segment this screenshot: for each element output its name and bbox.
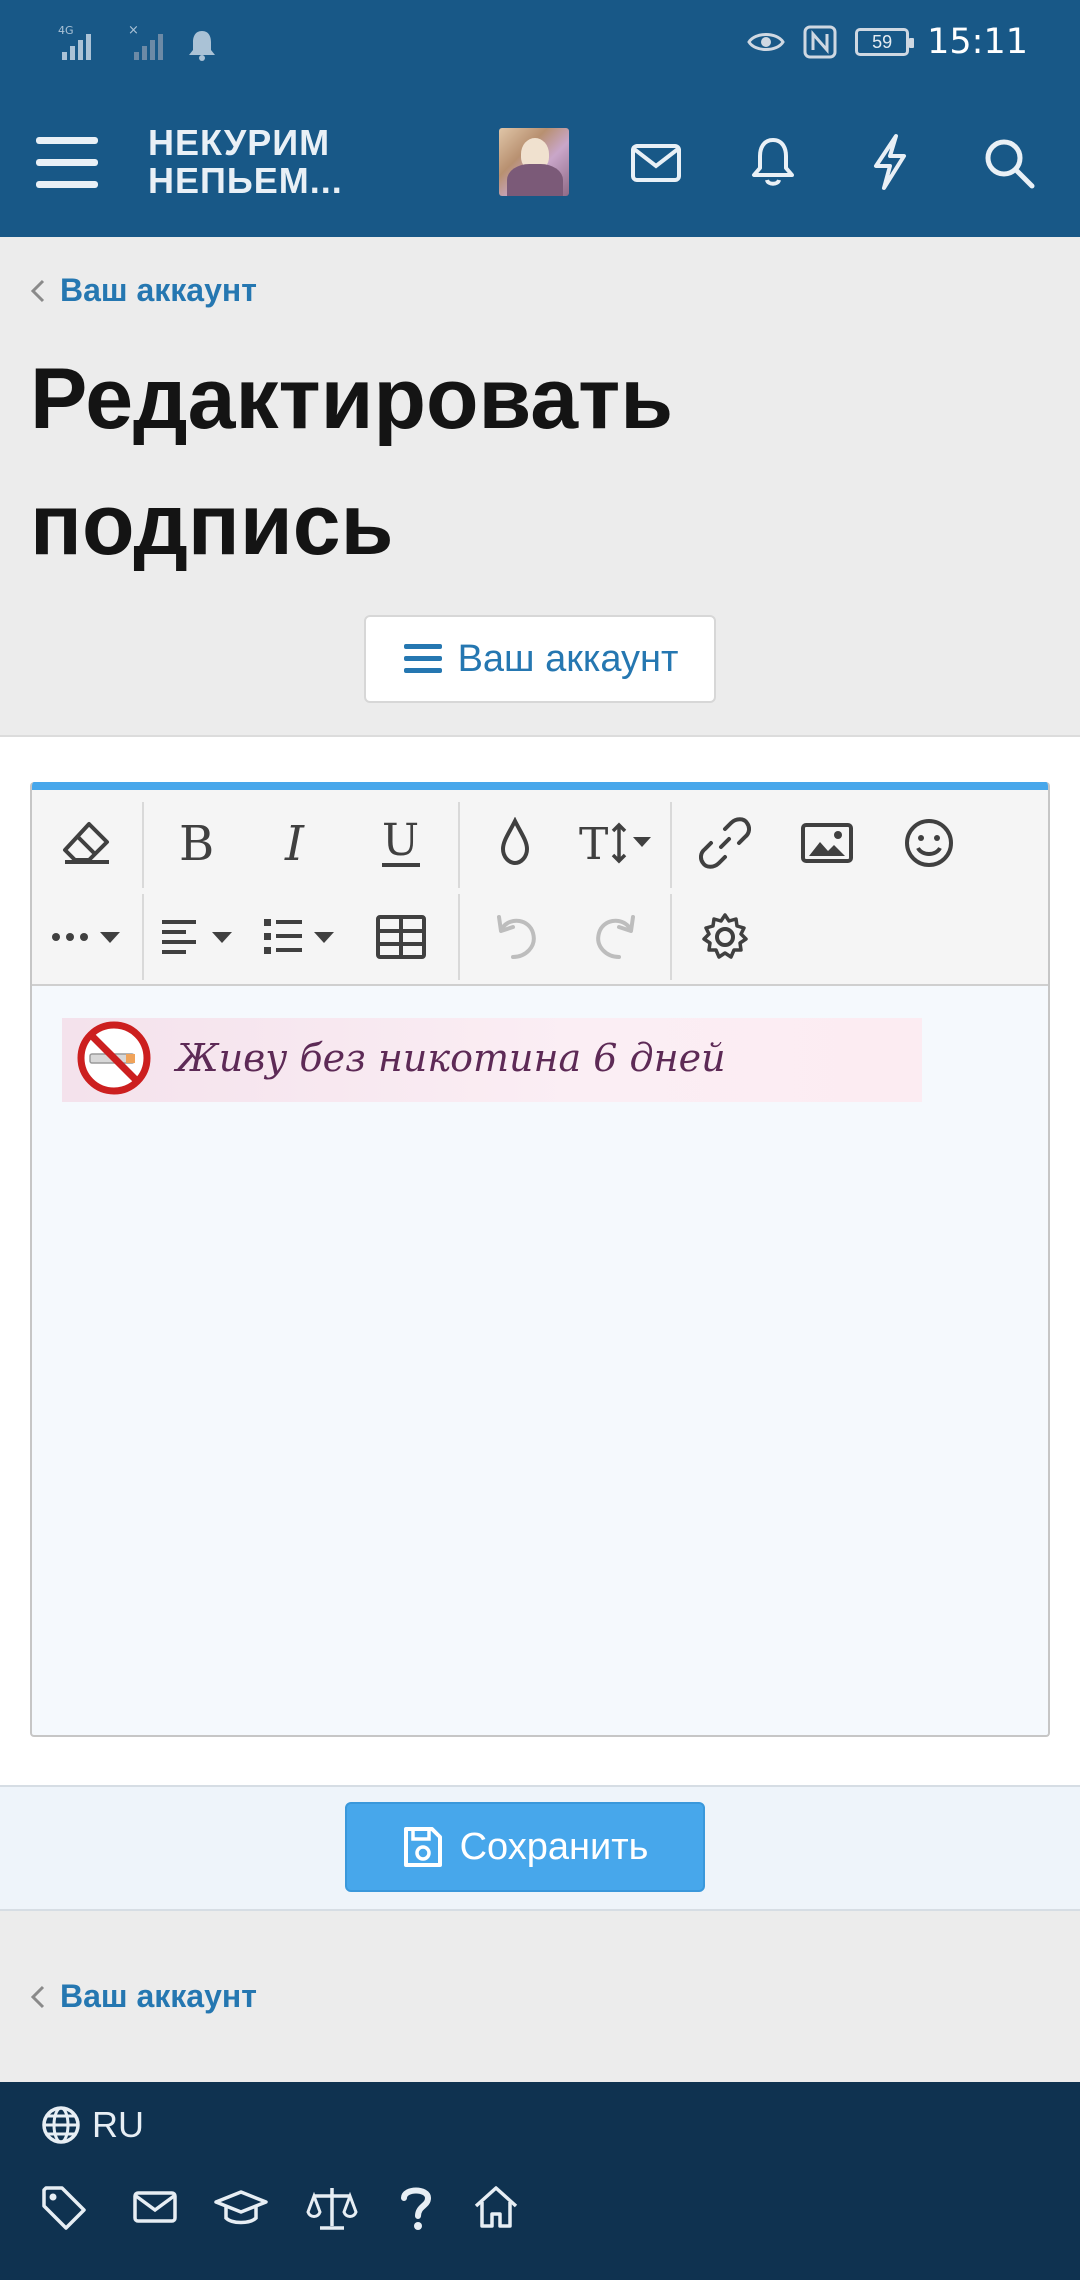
svg-text:I: I <box>284 818 305 868</box>
language-selector[interactable]: RU <box>40 2104 144 2146</box>
undo-button[interactable] <box>480 902 550 972</box>
app-header: НЕКУРИМ НЕПЬЕМ... <box>0 90 1080 237</box>
breadcrumb-link[interactable]: Ваш аккаунт <box>60 272 257 309</box>
globe-icon <box>42 2106 80 2144</box>
editor-settings-button[interactable] <box>690 902 760 972</box>
svg-text:B: B <box>179 818 214 868</box>
editor-accent-line <box>32 782 1048 790</box>
toolbar-separator <box>142 802 144 888</box>
undo-icon <box>497 915 536 959</box>
link-icon <box>699 817 751 869</box>
align-icon <box>162 920 232 954</box>
text-size-button[interactable]: T <box>576 808 666 878</box>
page-title-line-2: подпись <box>30 477 394 573</box>
status-right: 59 15:11 <box>747 22 1028 62</box>
lightning-icon[interactable] <box>866 132 914 192</box>
page-title: Редактировать подпись <box>30 336 673 588</box>
signature-editor[interactable]: B I U T <box>30 782 1050 1737</box>
svg-text:U: U <box>382 817 419 866</box>
list-menu-icon <box>403 644 442 673</box>
toolbar-separator <box>142 894 144 980</box>
nfc-icon <box>803 25 837 59</box>
account-menu-button[interactable]: Ваш аккаунт <box>364 615 716 703</box>
search-icon[interactable] <box>980 132 1040 192</box>
list-icon <box>264 919 334 954</box>
clear-format-button[interactable] <box>52 808 122 878</box>
scales-icon[interactable] <box>306 2184 358 2232</box>
insert-image-button[interactable] <box>792 808 862 878</box>
insert-link-button[interactable] <box>690 808 760 878</box>
chevron-left-icon <box>30 279 45 302</box>
breadcrumb-top[interactable]: Ваш аккаунт <box>30 272 257 309</box>
signal-icon: 4G <box>58 24 91 60</box>
mail-icon[interactable] <box>630 132 682 192</box>
graduation-cap-icon[interactable] <box>214 2184 268 2230</box>
breadcrumb-bottom[interactable]: Ваш аккаунт <box>30 1978 257 2015</box>
svg-text:×: × <box>128 23 139 38</box>
language-label: RU <box>92 2104 144 2145</box>
chevron-left-icon <box>30 1985 45 2008</box>
align-button[interactable] <box>158 902 242 972</box>
site-logo[interactable]: НЕКУРИМ НЕПЬЕМ... <box>148 124 343 200</box>
page-title-line-1: Редактировать <box>30 351 674 447</box>
redo-icon <box>596 915 635 959</box>
text-color-button[interactable] <box>480 808 550 878</box>
floppy-disk-icon <box>403 1827 442 1867</box>
battery-indicator: 59 <box>855 28 915 56</box>
save-button[interactable]: Сохранить <box>345 1802 705 1892</box>
toolbar-separator <box>670 802 672 888</box>
signal-off-icon: × <box>128 23 163 60</box>
italic-button[interactable]: I <box>264 808 334 878</box>
insert-smiley-button[interactable] <box>894 808 964 878</box>
logo-line-1: НЕКУРИМ <box>148 122 331 163</box>
redo-button[interactable] <box>582 902 652 972</box>
account-menu-label: Ваш аккаунт <box>457 637 679 680</box>
mail-icon[interactable] <box>132 2184 178 2230</box>
help-icon[interactable] <box>396 2184 436 2232</box>
status-left: 4G × <box>58 22 218 62</box>
notification-bell-icon <box>189 31 215 61</box>
bold-icon: B <box>179 818 214 868</box>
list-button[interactable] <box>260 902 344 972</box>
more-options-button[interactable] <box>46 902 130 972</box>
save-button-label: Сохранить <box>459 1825 649 1868</box>
signature-text: Живу без никотина 6 дней <box>176 1036 726 1080</box>
toolbar-separator <box>670 894 672 980</box>
user-avatar[interactable] <box>499 128 569 196</box>
home-icon[interactable] <box>472 2184 520 2230</box>
settings-icon <box>702 913 748 959</box>
text-size-icon: T <box>579 819 651 869</box>
insert-table-button[interactable] <box>366 902 436 972</box>
image-icon <box>801 823 853 863</box>
site-footer <box>0 2082 1080 2280</box>
tag-icon[interactable] <box>40 2184 92 2232</box>
status-bar: 4G × 59 15:11 <box>0 0 1080 90</box>
more-icon <box>52 932 120 943</box>
svg-text:4G: 4G <box>58 24 74 37</box>
logo-line-2: НЕПЬЕМ... <box>148 160 343 201</box>
hamburger-menu-icon[interactable] <box>34 135 100 191</box>
bold-button[interactable]: B <box>162 808 232 878</box>
battery-level: 59 <box>872 31 893 52</box>
bell-icon[interactable] <box>748 132 798 192</box>
clock: 15:11 <box>927 22 1028 62</box>
italic-icon: I <box>284 818 305 868</box>
color-drop-icon <box>500 817 530 866</box>
smiley-icon <box>905 819 953 867</box>
toolbar-separator <box>458 802 460 888</box>
eraser-icon <box>63 822 109 864</box>
eye-icon <box>747 33 785 51</box>
toolbar-separator <box>458 894 460 980</box>
no-smoking-icon <box>77 1021 151 1095</box>
breadcrumb-link[interactable]: Ваш аккаунт <box>60 1978 257 2015</box>
table-icon <box>376 915 426 959</box>
underline-button[interactable]: U <box>366 808 436 878</box>
underline-icon: U <box>382 817 420 867</box>
editor-toolbar: B I U T <box>32 790 1048 986</box>
svg-text:T: T <box>579 819 608 869</box>
